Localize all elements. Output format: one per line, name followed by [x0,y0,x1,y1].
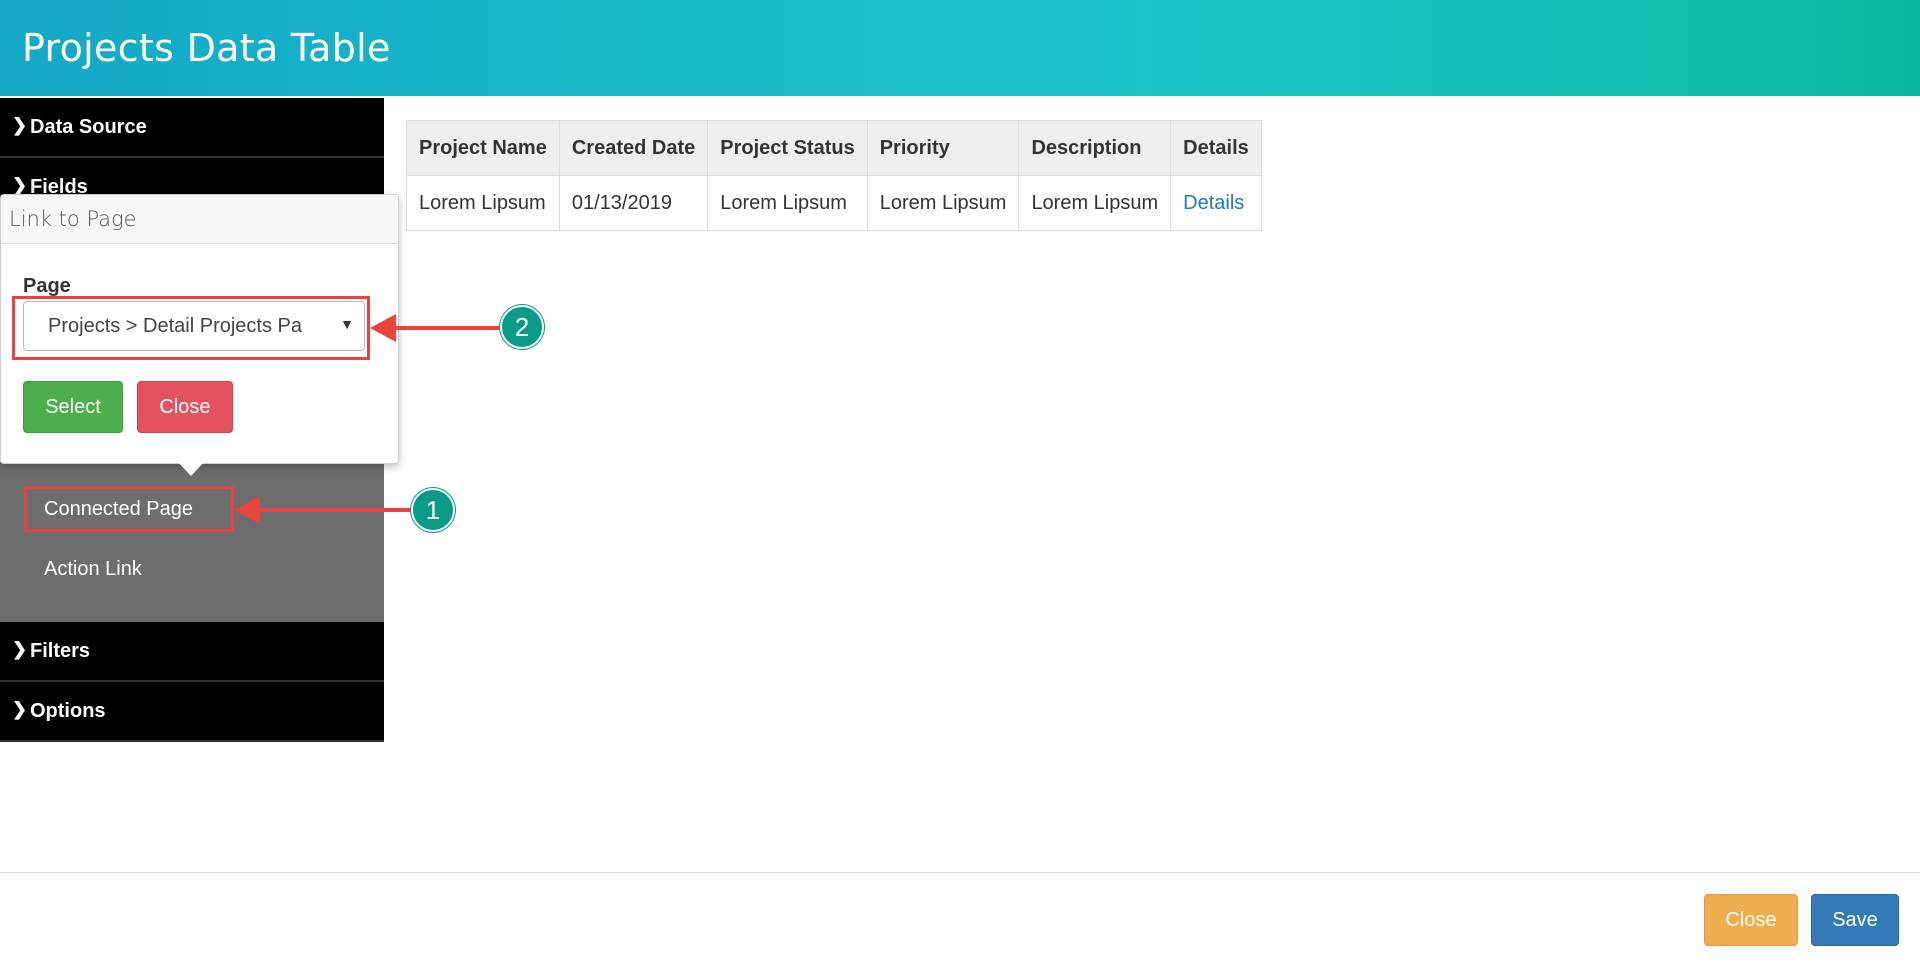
section-options[interactable]: ❯ Options [0,682,384,742]
column-header[interactable]: Description [1018,120,1172,176]
popover-title: Link to Page [1,195,398,244]
table-cell: Lorem Lipsum [406,175,560,231]
section-label: Options [30,700,106,722]
popover-pointer [176,460,206,476]
footer-close-button[interactable]: Close [1704,894,1798,946]
section-label: Filters [30,640,91,662]
page-field-label: Page [23,275,71,297]
select-button[interactable]: Select [23,381,123,433]
table-header-row: Project Name Created Date Project Status… [406,120,1262,176]
annotation-arrow-line [256,508,416,512]
table-cell: 01/13/2019 [558,175,709,231]
table-cell: Lorem Lipsum [866,175,1020,231]
step-2-badge: 2 [500,305,544,349]
table-cell: Lorem Lipsum [707,175,868,231]
chevron-right-icon: ❯ [12,175,28,195]
page-title: Projects Data Table [22,26,391,70]
column-header[interactable]: Details [1170,120,1262,176]
annotation-arrow-line [392,326,502,330]
save-button[interactable]: Save [1811,894,1899,946]
section-data-source[interactable]: ❯ Data Source [0,98,384,158]
chevron-right-icon: ❯ [12,115,28,135]
chevron-right-icon: ❯ [12,699,28,719]
column-header[interactable]: Priority [866,120,1020,176]
section-filters[interactable]: ❯ Filters [0,622,384,682]
details-link[interactable]: Details [1183,192,1244,214]
column-header[interactable]: Created Date [558,120,709,176]
action-link[interactable]: Action Link [44,558,142,581]
column-header[interactable]: Project Status [707,120,868,176]
app-header: Projects Data Table [0,0,1920,96]
highlight-connected-page [24,486,234,532]
popover-close-button[interactable]: Close [137,381,233,433]
projects-table: Project Name Created Date Project Status… [406,120,1262,231]
step-1-badge: 1 [411,488,455,532]
footer-divider [0,872,1920,873]
column-header[interactable]: Project Name [406,120,560,176]
highlight-page-select [12,296,370,360]
chevron-right-icon: ❯ [12,639,28,659]
table-cell: Lorem Lipsum [1018,175,1172,231]
table-row: Lorem Lipsum 01/13/2019 Lorem Lipsum Lor… [406,175,1262,231]
section-label: Data Source [30,116,147,138]
table-cell: Details [1170,175,1262,231]
